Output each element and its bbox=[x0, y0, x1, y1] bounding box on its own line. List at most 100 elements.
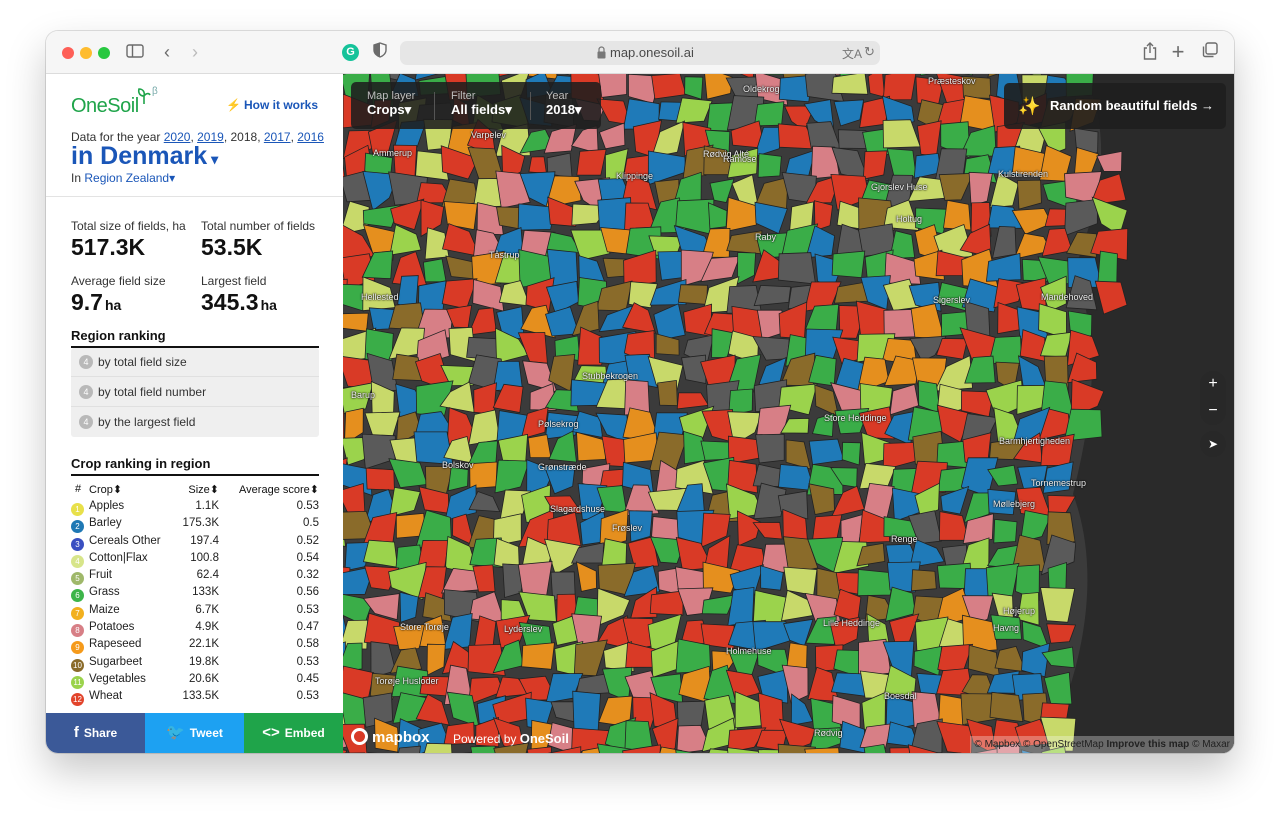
crop-row[interactable]: 7 Maize 6.7K 0.53 bbox=[71, 604, 319, 621]
ranking-row-largest[interactable]: 4 by the largest field bbox=[71, 408, 319, 437]
how-it-works-link[interactable]: ⚡ How it works bbox=[226, 98, 318, 112]
zoom-in-button[interactable]: + bbox=[1200, 371, 1226, 397]
field-polygon[interactable] bbox=[867, 74, 886, 98]
field-polygon[interactable] bbox=[935, 338, 969, 360]
close-window-button[interactable] bbox=[62, 47, 74, 59]
translate-icon[interactable]: 文A bbox=[842, 45, 862, 62]
place-label: Torøje Husloder bbox=[375, 676, 439, 686]
header-score[interactable]: Average score⬍ bbox=[239, 483, 319, 496]
field-polygon[interactable] bbox=[343, 410, 345, 443]
year-dropdown[interactable]: Year 2018▾ bbox=[546, 90, 581, 118]
mapbox-logo[interactable]: mapbox bbox=[351, 728, 430, 746]
new-tab-icon[interactable]: + bbox=[1170, 41, 1186, 63]
field-polygon[interactable] bbox=[755, 433, 785, 464]
field-polygon[interactable] bbox=[576, 148, 607, 176]
leaf-icon bbox=[137, 88, 151, 104]
header-crop[interactable]: Crop⬍ bbox=[89, 483, 122, 496]
reload-icon[interactable]: ↻ bbox=[864, 44, 875, 60]
sidebar-icon[interactable] bbox=[126, 42, 144, 62]
improve-map-link[interactable]: Improve this map bbox=[1106, 739, 1189, 750]
field-polygon[interactable] bbox=[989, 691, 1024, 723]
field-polygon[interactable] bbox=[804, 747, 841, 753]
locate-button[interactable]: ➤ bbox=[1200, 431, 1226, 457]
country-selector[interactable]: in Denmark ▾ bbox=[71, 142, 218, 171]
crop-row[interactable]: 6 Grass 133K 0.56 bbox=[71, 586, 319, 603]
field-polygon[interactable] bbox=[862, 150, 888, 180]
field-polygon[interactable] bbox=[812, 514, 843, 542]
shield-icon[interactable] bbox=[373, 42, 387, 62]
attribution-text[interactable]: © Mapbox © OpenStreetMap bbox=[974, 739, 1103, 750]
crop-color-badge: 1 bbox=[71, 503, 84, 516]
field-polygon[interactable] bbox=[943, 199, 972, 231]
facebook-share-button[interactable]: f Share bbox=[46, 713, 145, 753]
back-icon[interactable]: ‹ bbox=[159, 42, 175, 62]
field-polygon[interactable] bbox=[993, 518, 1018, 544]
field-polygon[interactable] bbox=[911, 569, 937, 592]
field-polygon[interactable] bbox=[831, 74, 869, 95]
field-polygon[interactable] bbox=[882, 74, 917, 101]
field-polygon[interactable] bbox=[527, 434, 552, 459]
crop-score: 0.53 bbox=[296, 500, 319, 512]
year-link-2016[interactable]: 2016 bbox=[297, 130, 324, 144]
field-polygon[interactable] bbox=[365, 467, 395, 491]
share-icon[interactable] bbox=[1142, 42, 1158, 62]
twitter-share-button[interactable]: 🐦 Tweet bbox=[145, 713, 244, 753]
crop-row[interactable]: 11 Vegetables 20.6K 0.45 bbox=[71, 673, 319, 690]
crop-score: 0.47 bbox=[296, 621, 319, 634]
field-polygon[interactable] bbox=[521, 642, 555, 670]
maxar-link[interactable]: © Maxar bbox=[1192, 739, 1230, 750]
field-polygon[interactable] bbox=[757, 153, 782, 178]
crop-row[interactable]: 5 Fruit 62.4 0.32 bbox=[71, 569, 319, 586]
ranking-row-size[interactable]: 4 by total field size bbox=[71, 348, 319, 377]
crop-color-badge: 3 bbox=[71, 537, 84, 551]
grammarly-icon[interactable]: G bbox=[342, 44, 359, 61]
tabs-icon[interactable] bbox=[1201, 42, 1219, 62]
crop-row[interactable]: 3 Cereals Other 197.4 0.52 bbox=[71, 535, 319, 552]
region-prefix: In bbox=[71, 171, 82, 185]
header-size[interactable]: Size⬍ bbox=[188, 483, 219, 496]
field-polygon[interactable] bbox=[651, 74, 687, 100]
crop-name: Fruit bbox=[89, 569, 112, 582]
place-label: Hellested bbox=[361, 292, 399, 302]
embed-button[interactable]: <> Embed bbox=[244, 713, 343, 753]
region-selector[interactable]: Region Zealand▾ bbox=[84, 171, 175, 185]
crop-row[interactable]: 12 Wheat 133.5K 0.53 bbox=[71, 690, 319, 707]
dropdown-label: Year bbox=[546, 90, 569, 102]
filter-dropdown[interactable]: Filter All fields▾ bbox=[451, 90, 512, 118]
random-fields-button[interactable]: ✨ Random beautiful fields → bbox=[1004, 83, 1226, 129]
dropdown-value: Crops▾ bbox=[367, 102, 412, 117]
field-polygon[interactable] bbox=[808, 438, 845, 465]
address-bar[interactable]: map.onesoil.ai 文A ↻ bbox=[400, 41, 880, 65]
crop-row[interactable]: 9 Rapeseed 22.1K 0.58 bbox=[71, 638, 319, 655]
crop-row[interactable]: 4 Cotton|Flax 100.8 0.54 bbox=[71, 552, 319, 569]
crop-row[interactable]: 1 Apples 1.1K 0.53 bbox=[71, 500, 319, 517]
field-polygon[interactable] bbox=[422, 258, 447, 283]
header-score-label: Average score bbox=[239, 484, 310, 496]
field-polygon[interactable] bbox=[677, 284, 708, 305]
field-polygon[interactable] bbox=[649, 590, 684, 616]
minimize-window-button[interactable] bbox=[80, 47, 92, 59]
maximize-window-button[interactable] bbox=[98, 47, 110, 59]
sparkles-icon: ✨ bbox=[1018, 96, 1041, 116]
crop-row[interactable]: 10 Sugarbeet 19.8K 0.53 bbox=[71, 656, 319, 673]
field-polygon[interactable] bbox=[343, 312, 369, 332]
crop-name: Rapeseed bbox=[89, 638, 142, 651]
field-map[interactable] bbox=[343, 74, 1234, 753]
year-link-2017[interactable]: 2017 bbox=[264, 130, 291, 144]
field-polygon[interactable] bbox=[572, 690, 601, 731]
field-polygon[interactable] bbox=[657, 379, 678, 407]
field-polygon[interactable] bbox=[598, 74, 628, 98]
field-polygon[interactable] bbox=[528, 156, 547, 174]
place-label: Sigerslev bbox=[933, 295, 971, 305]
map-layer-dropdown[interactable]: Map layer Crops▾ bbox=[367, 90, 415, 118]
field-polygon[interactable] bbox=[831, 250, 866, 279]
crop-row[interactable]: 2 Barley 175.3K 0.5 bbox=[71, 517, 319, 534]
field-polygon[interactable] bbox=[753, 284, 792, 307]
ranking-row-number[interactable]: 4 by total field number bbox=[71, 378, 319, 407]
zoom-out-button[interactable]: − bbox=[1200, 398, 1226, 424]
crop-row[interactable]: 8 Potatoes 4.9K 0.47 bbox=[71, 621, 319, 638]
map-canvas[interactable]: Præsteskov Oldekrog Varpelev Ammerup Klippin… bbox=[343, 74, 1234, 753]
onesoil-logo[interactable]: OneSoil bbox=[71, 95, 139, 118]
field-polygon[interactable] bbox=[777, 252, 816, 285]
forward-icon[interactable]: › bbox=[187, 42, 203, 62]
